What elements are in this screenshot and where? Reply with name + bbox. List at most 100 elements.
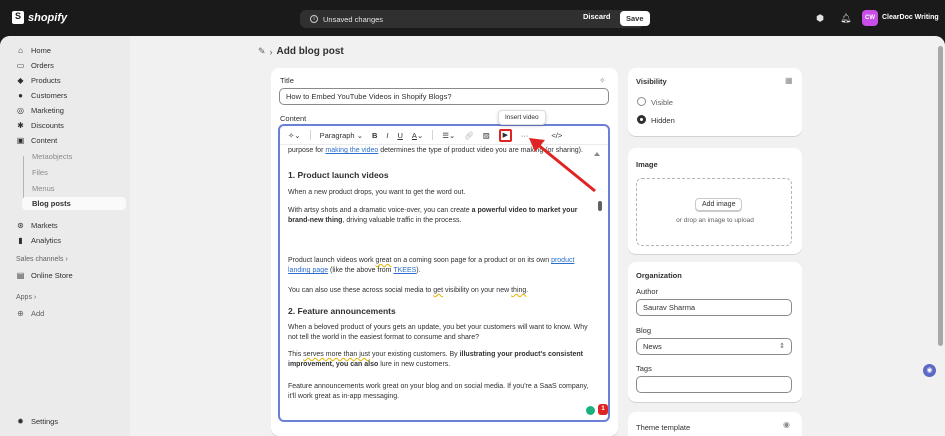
hidden-label: Hidden xyxy=(651,116,675,125)
sidebar-item-discounts[interactable]: ✱ Discounts xyxy=(16,119,64,131)
bold-button[interactable]: B xyxy=(372,131,377,140)
title-input[interactable]: How to Embed YouTube Videos in Shopify B… xyxy=(279,88,609,105)
calendar-icon[interactable]: ▦ xyxy=(785,76,793,85)
help-widget-icon[interactable]: ◉ xyxy=(923,364,936,377)
sidebar-item-analytics[interactable]: ▮ Analytics xyxy=(16,234,61,246)
grammar-assistant-icon[interactable] xyxy=(586,406,595,415)
sidebar-item-files[interactable]: Files xyxy=(32,168,48,177)
page-scrollbar[interactable] xyxy=(935,36,945,436)
chevron-right-icon: › xyxy=(33,294,37,301)
paragraph-dropdown[interactable]: Paragraph ⌄ xyxy=(320,131,363,140)
chevron-right-icon: › xyxy=(65,256,68,263)
sidebar-item-label: Products xyxy=(31,75,61,85)
discard-button[interactable]: Discard xyxy=(583,12,611,21)
theme-template-card: Theme template ◉ xyxy=(628,412,802,436)
sidebar-item-label: Analytics xyxy=(31,235,62,245)
apps-heading[interactable]: Apps › xyxy=(16,294,36,301)
link-icon[interactable]: 🔗︎ xyxy=(464,131,474,140)
sidebar-item-products[interactable]: ◆ Products xyxy=(16,74,61,86)
hidden-radio[interactable] xyxy=(637,115,646,124)
sidebar-item-orders[interactable]: ▭ Orders xyxy=(16,59,54,71)
heading-feature-announcements: 2. Feature announcements xyxy=(288,306,396,316)
sidebar-item-label: Markets xyxy=(31,220,58,230)
paragraph: With artsy shots and a dramatic voice-ov… xyxy=(288,206,594,226)
magic-sparkle-icon[interactable]: ✧⌄ xyxy=(288,131,301,140)
sidekick-icon[interactable]: ⬢ xyxy=(815,13,825,23)
store-name[interactable]: ClearDoc Writing xyxy=(882,14,939,21)
paragraph: You can also use these across social med… xyxy=(288,286,594,296)
plus-circle-icon: ⊕ xyxy=(17,308,24,318)
underline-button[interactable]: U xyxy=(398,131,403,140)
paragraph: Product launch videos work great on a co… xyxy=(288,256,594,276)
italic-button[interactable]: I xyxy=(386,131,388,140)
insert-video-icon[interactable]: ▶ xyxy=(498,128,512,142)
blog-select[interactable]: News ⇕ xyxy=(636,338,792,355)
text: With artsy shots and a dramatic voice-ov… xyxy=(288,207,472,214)
text-link[interactable]: making the video xyxy=(325,147,378,154)
text: your existing customers. By xyxy=(370,351,460,358)
sidebar-item-markets[interactable]: ⊛ Markets xyxy=(16,219,58,231)
eye-icon[interactable]: ◉ xyxy=(783,420,790,429)
shopify-logo[interactable]: shopify xyxy=(12,11,67,24)
tree-line xyxy=(23,156,29,203)
sales-channels-heading[interactable]: Sales channels › xyxy=(16,256,68,263)
author-field[interactable]: Saurav Sharma xyxy=(636,299,792,316)
sidebar-item-metaobjects[interactable]: Metaobjects xyxy=(32,152,72,161)
person-icon: ● xyxy=(18,90,23,100)
issues-badge[interactable]: 1 xyxy=(598,404,608,415)
sidebar-item-label: Settings xyxy=(31,416,59,426)
magic-sparkle-icon[interactable]: ✧ xyxy=(599,76,606,85)
text: . xyxy=(526,287,529,294)
text: This xyxy=(288,351,304,358)
sidebar-item-label: Home xyxy=(31,45,52,55)
post-editor-card: Title ✧ How to Embed YouTube Videos in S… xyxy=(271,68,618,436)
text-color-button[interactable]: A⌄ xyxy=(412,131,423,140)
heading-product-launch: 1. Product launch videos xyxy=(288,170,389,180)
add-image-button[interactable]: Add image xyxy=(695,198,743,211)
annotation-arrow xyxy=(529,138,596,193)
paragraph: Feature announcements work great on your… xyxy=(288,383,589,400)
align-icon[interactable]: ☰⌄ xyxy=(442,131,455,140)
sidebar-item-label: Content xyxy=(31,135,58,145)
spell-flag: thing xyxy=(511,287,527,294)
discount-icon: ✱ xyxy=(17,120,24,130)
home-icon: ⌂ xyxy=(18,45,23,55)
organization-title: Organization xyxy=(636,271,682,280)
image-dropzone[interactable]: Add image or drop an image to upload xyxy=(636,178,792,246)
page-title-text: Add blog post xyxy=(276,46,344,57)
sidebar-item-add[interactable]: ⊕ Add xyxy=(16,307,44,319)
sidebar-item-home[interactable]: ⌂ Home xyxy=(16,44,51,56)
breadcrumb-separator: › xyxy=(269,46,273,57)
blog-label: Blog xyxy=(636,326,652,335)
sidebar-item-label: Add xyxy=(31,308,45,318)
paragraph: When a beloved product of yours gets an … xyxy=(288,324,588,341)
store-avatar[interactable]: CW xyxy=(862,10,878,26)
sidebar-item-blog-posts[interactable]: Blog posts xyxy=(32,199,71,208)
spell-flag: get xyxy=(433,287,444,294)
page-scrollbar-thumb[interactable] xyxy=(938,46,943,346)
sidebar-item-label: Discounts xyxy=(31,120,64,130)
sidebar-item-customers[interactable]: ● Customers xyxy=(16,89,67,101)
sidebar-item-marketing[interactable]: ◎ Marketing xyxy=(16,104,64,116)
text: , driving valuable traffic in the proces… xyxy=(342,217,462,224)
visible-radio[interactable] xyxy=(637,97,646,106)
bell-icon[interactable]: 🔔︎ xyxy=(840,13,851,23)
blog-select-value: News xyxy=(643,342,662,351)
save-button[interactable]: Save xyxy=(620,11,650,26)
tags-input[interactable] xyxy=(636,376,792,393)
text: on a coming soon page for a product or o… xyxy=(391,257,552,264)
drop-hint: or drop an image to upload xyxy=(676,217,754,224)
text-link[interactable]: TKEES xyxy=(393,267,416,274)
blog-breadcrumb-icon[interactable]: ✎ xyxy=(258,46,266,57)
chart-bar-icon: ▮ xyxy=(18,235,23,245)
sidebar-item-content[interactable]: ▣ Content xyxy=(16,134,58,146)
author-label: Author xyxy=(636,287,659,296)
editor-scrollbar-thumb[interactable] xyxy=(598,201,602,211)
sidebar-item-settings[interactable]: ✹ Settings xyxy=(16,415,58,427)
text: You can also use these across social med… xyxy=(288,287,434,294)
info-icon: i xyxy=(310,15,318,23)
text: ). xyxy=(416,267,421,274)
sidebar-item-menus[interactable]: Menus xyxy=(32,184,55,193)
image-icon[interactable]: ▨ xyxy=(483,131,490,140)
sidebar-item-online-store[interactable]: ▤ Online Store xyxy=(16,269,73,281)
